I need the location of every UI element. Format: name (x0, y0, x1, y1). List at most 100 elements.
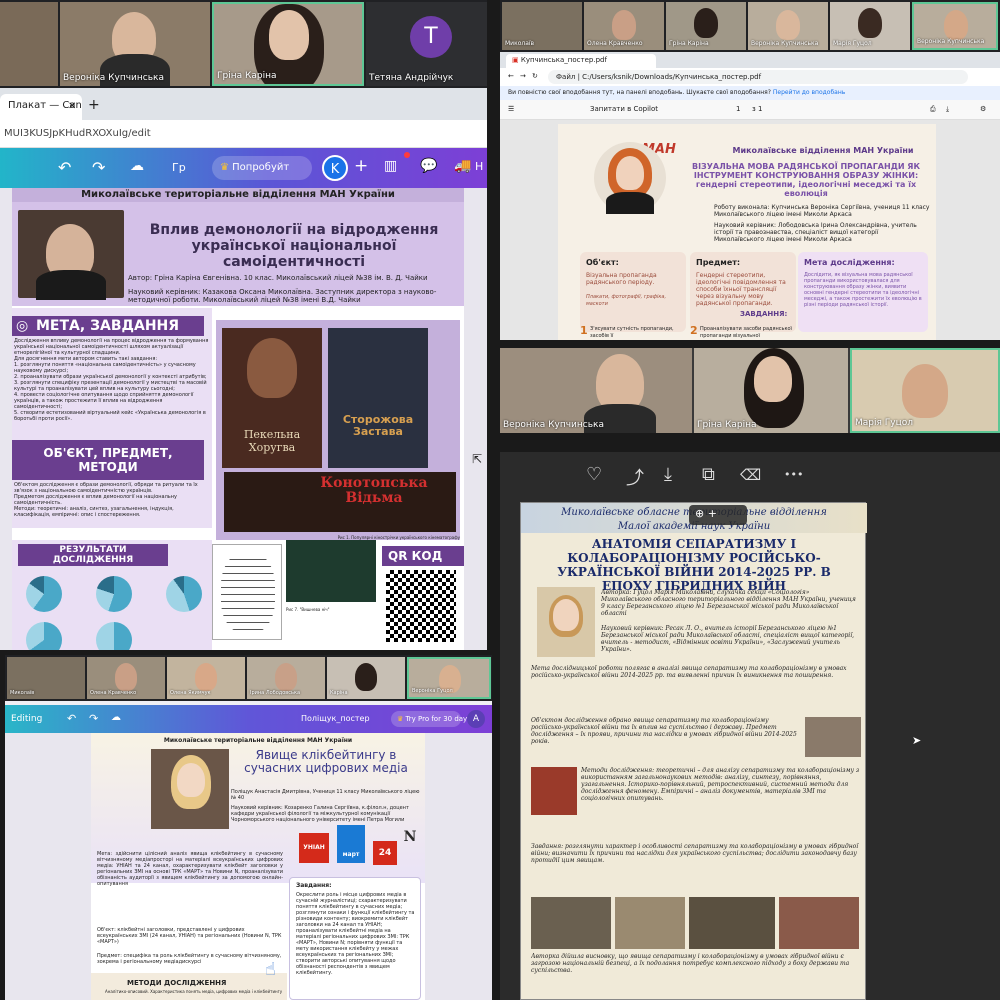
share-icon[interactable]: ⤴ (626, 464, 644, 490)
video-gallery-strip: Вероніка Купчинська Гріна Каріна Марія Г… (500, 348, 1000, 433)
poster-org: Миколаївське територіальне відділення МА… (163, 737, 353, 744)
video-tile-active-speaker[interactable]: Гріна Каріна (212, 2, 364, 86)
user-avatar[interactable]: K (322, 155, 348, 181)
pdf-page[interactable]: МАН Миколаївське відділення МАН України … (558, 124, 936, 340)
author-face (177, 763, 205, 797)
video-tile[interactable]: Каріна (327, 657, 405, 699)
screen-share-canva-poster-e: Миколаїв Олена Кравченко Олена Якимчук І… (5, 655, 492, 1000)
comment-icon[interactable]: 💬 (420, 158, 437, 174)
try-pro-button[interactable]: ♛ Попробуйт (212, 156, 312, 180)
pie-chart (166, 576, 202, 612)
card-body: Візуальна пропаганда радянського періоду… (586, 272, 657, 286)
participant-face (612, 10, 636, 40)
video-tile[interactable]: Марія Гуцол (830, 2, 910, 50)
participant-face (355, 663, 377, 691)
url-field[interactable]: Файл | C:/Users/ksnik/Downloads/Купчинсь… (548, 70, 968, 84)
try-pro-button[interactable]: ♛ Try Pro for 30 days (391, 711, 471, 727)
poster-author: Авторка: Гуцол Марія Миколаївна, слухачк… (601, 589, 856, 617)
video-tile[interactable]: Вероніка Купчинська (60, 2, 210, 86)
video-tile[interactable]: Миколаїв (7, 657, 85, 699)
video-tile[interactable]: Вероніка Купчинська (500, 348, 692, 433)
analytics-icon[interactable]: ▥ (384, 158, 397, 174)
video-tile[interactable]: Ірина Лободовська (247, 657, 325, 699)
add-people-icon[interactable]: + (354, 156, 368, 176)
pdf-toolbar: ☰ Запитати в Copilot 1 з 1 ⎙ ⤓ ⚙ (500, 100, 1000, 120)
video-tile[interactable]: Олена Кравченко (584, 2, 664, 50)
toolbar-more[interactable]: Н (475, 160, 483, 173)
participant-face (754, 356, 792, 402)
zoom-plus-icon[interactable]: + (708, 507, 717, 520)
download-icon[interactable]: ⤓ (664, 464, 672, 485)
print-icon[interactable]: ⎙ (930, 105, 936, 114)
video-tile[interactable]: Олена Якимчук (167, 657, 245, 699)
video-tile-active-speaker[interactable]: Вероніка Гуцол (407, 657, 491, 699)
try-pro-label: Попробуйт (232, 162, 290, 173)
poster-subject: Предмет: специфіка та роль клікбейтингу … (97, 953, 282, 965)
qr-code[interactable] (386, 570, 456, 642)
info-card: Предмет: Гендерні стереотипи, ідеологічн… (690, 252, 796, 332)
video-tile-active-speaker[interactable]: Марія Гуцол (850, 348, 1000, 433)
participant-name: Гріна Каріна (217, 71, 277, 81)
cloud-save-icon[interactable]: ☁ (111, 712, 121, 723)
share-icon[interactable]: 🚚 (454, 158, 471, 174)
info-link[interactable]: Перейти до вподобань (773, 89, 845, 96)
video-tile[interactable]: Олена Кравченко (87, 657, 165, 699)
more-icon[interactable]: ••• (784, 468, 803, 481)
night-image (286, 540, 376, 602)
screen-share-canva-poster-a: Вероніка Купчинська Гріна Каріна T Тетян… (0, 0, 487, 650)
settings-icon[interactable]: ⚙ (980, 105, 986, 113)
poster-org: Миколаївське територіальне відділення МА… (12, 188, 464, 202)
address-bar[interactable]: ← → ↻ Файл | C:/Users/ksnik/Downloads/Ку… (500, 68, 1000, 86)
info-card: Мета дослідження: Дослідити, як візуальн… (798, 252, 928, 332)
video-tile[interactable]: T Тетяна Андрійчук (366, 2, 487, 86)
try-pro-label: Try Pro for 30 days (405, 715, 471, 723)
redo-icon[interactable]: ↷ (89, 712, 98, 725)
video-tile[interactable]: Гріна Каріна (694, 348, 848, 433)
section-body: Дослідження впливу демонології на процес… (14, 338, 209, 422)
avatar: T (410, 16, 452, 58)
novyny-n-logo: N (403, 829, 417, 845)
poster[interactable]: Миколаївське обласне територіальне відді… (520, 502, 867, 1000)
browser-tab[interactable]: ▣ Купчинська_постер.pdf (506, 54, 656, 68)
close-tab-icon[interactable]: ✕ (68, 101, 76, 112)
video-tile[interactable]: Вероніка Купчинська (748, 2, 828, 50)
canvas-area: Миколаївське територіальне відділення МА… (5, 733, 492, 1000)
new-tab-icon[interactable]: + (88, 97, 100, 113)
poster-object: Об'єкт: клікбейтні заголовки, представле… (97, 927, 282, 945)
redo-icon[interactable]: ↷ (92, 158, 105, 177)
copilot-button[interactable]: Запитати в Copilot (590, 105, 658, 113)
video-tile-active-speaker[interactable]: Вероніка Купчинська (912, 2, 998, 50)
forward-icon[interactable]: → (520, 72, 526, 80)
poster-advisor: Науковий керівник: Ресак Л. О., вчитель … (601, 625, 855, 653)
delete-icon[interactable]: ⌫ (740, 466, 761, 484)
pdf-icon: ▣ (512, 56, 519, 64)
participant-name: Миколаїв (505, 40, 535, 47)
video-tile[interactable]: Миколаїв (502, 2, 582, 50)
video-tile[interactable]: Гріна Каріна (666, 2, 746, 50)
heart-icon[interactable]: ♡ (586, 464, 602, 485)
page-number[interactable]: 1 (736, 105, 740, 113)
cloud-save-icon[interactable]: ☁ (130, 158, 144, 174)
address-bar[interactable]: MUI3KUSJpKHudRXOXuIg/edit (0, 120, 487, 148)
poster[interactable]: Миколаївське територіальне відділення МА… (91, 733, 425, 1000)
toolbar-label[interactable]: Гр (172, 161, 186, 174)
file-title[interactable]: Поліщук_постер (301, 714, 370, 723)
save-icon[interactable]: ⤓ (946, 105, 949, 114)
participant-face (902, 364, 948, 418)
reload-icon[interactable]: ↻ (532, 72, 538, 80)
poster-photo (689, 897, 775, 949)
video-tile[interactable] (0, 2, 58, 86)
undo-icon[interactable]: ↶ (67, 712, 76, 725)
url-text: MUI3KUSJpKHudRXOXuIg/edit (4, 128, 151, 139)
zoom-control[interactable]: ⊕ + (689, 505, 747, 525)
user-avatar[interactable]: A (467, 710, 485, 728)
back-icon[interactable]: ← (508, 72, 514, 80)
page-total: з 1 (752, 105, 763, 113)
undo-icon[interactable]: ↶ (58, 158, 71, 177)
editing-mode[interactable]: Editing (11, 714, 42, 724)
poster[interactable]: Миколаївське територіальне відділення МА… (12, 188, 464, 650)
zoom-in-icon[interactable]: ⊕ (695, 507, 704, 520)
copy-icon[interactable]: ⧉ (702, 464, 715, 485)
menu-icon[interactable]: ☰ (508, 105, 514, 113)
canva-toolbar: ↶ ↷ ☁ Гр ♛ Попробуйт K + ▥ 💬 🚚 Н (0, 148, 487, 188)
